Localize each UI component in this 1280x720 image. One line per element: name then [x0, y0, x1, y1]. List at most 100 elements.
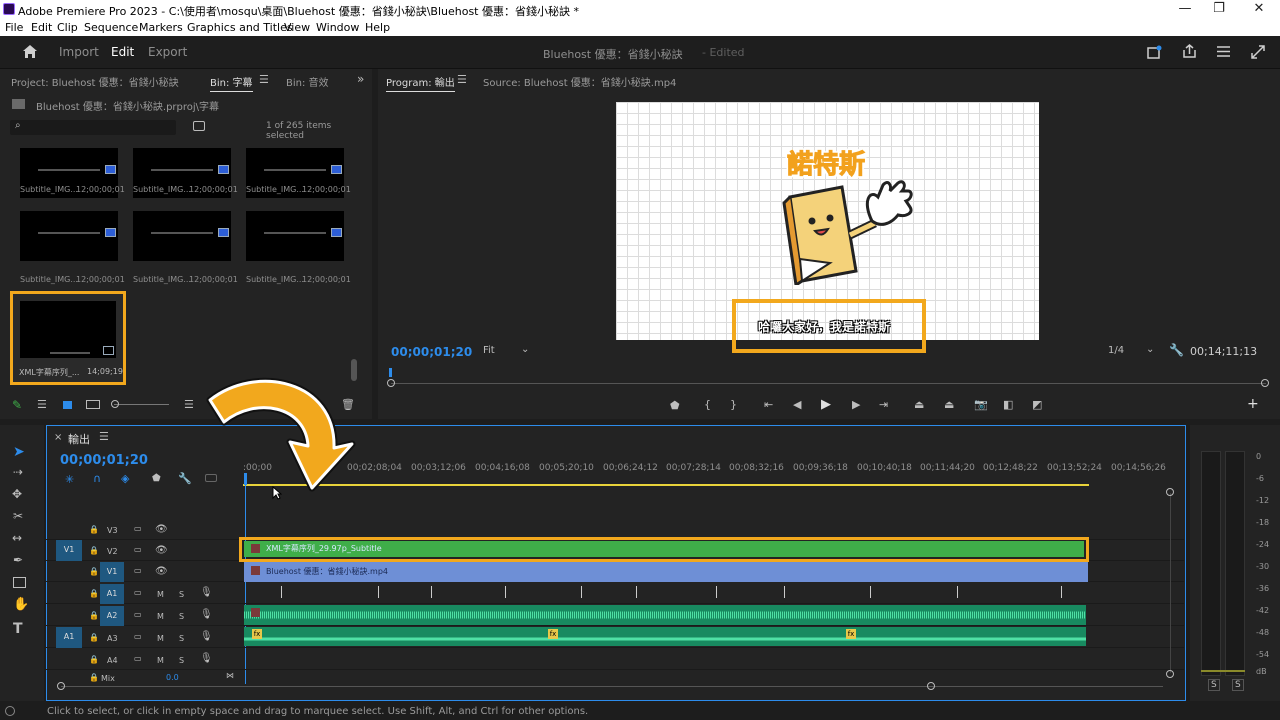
tab-bin-sound[interactable]: Bin: 音效	[286, 74, 329, 89]
close-button[interactable]: ✕	[1244, 1, 1274, 16]
mark-out-icon[interactable]: }	[730, 398, 737, 411]
sound-effect-marker[interactable]	[716, 586, 717, 598]
sequence-menu-icon[interactable]: ☰	[99, 430, 109, 443]
mute-a4-button[interactable]: M	[157, 656, 164, 665]
export-frame-icon[interactable]: 📷	[974, 398, 988, 411]
tab-export[interactable]: Export	[148, 45, 187, 59]
slip-tool-icon[interactable]: ↔	[12, 531, 22, 545]
menu-window[interactable]: Window	[316, 21, 359, 34]
nest-toggle-icon[interactable]: ✳	[65, 473, 74, 486]
lock-v3-icon[interactable]: 🔒	[89, 525, 99, 534]
menu-graphics-and-titles[interactable]: Graphics and Titles	[187, 21, 293, 34]
step-back-icon[interactable]: ◀	[793, 398, 801, 411]
timeline-vertical-scroll[interactable]	[1170, 493, 1171, 673]
mic-a4-icon[interactable]: 🎙	[200, 653, 213, 664]
mute-a1-button[interactable]: M	[157, 590, 164, 599]
settings-wrench-icon[interactable]: 🔧	[1169, 343, 1184, 357]
sound-effect-marker[interactable]	[378, 586, 379, 598]
sound-effect-marker[interactable]	[870, 586, 871, 598]
search-input[interactable]	[10, 120, 176, 135]
fullscreen-icon[interactable]	[1251, 45, 1265, 59]
timeline-marker-icon[interactable]: ⬟	[152, 473, 161, 484]
lock-a2-icon[interactable]: 🔒	[89, 611, 99, 620]
track-target-v1[interactable]: V1	[100, 562, 124, 582]
lock-v1-icon[interactable]: 🔒	[89, 567, 99, 576]
mic-a3-icon[interactable]: 🎙	[200, 631, 213, 642]
sequence-tab[interactable]: 輸出	[68, 431, 90, 447]
hand-tool-icon[interactable]: ✋	[13, 597, 29, 612]
tab-edit[interactable]: Edit	[111, 45, 134, 59]
sync-v3-icon[interactable]: ▭	[134, 524, 142, 533]
rectangle-tool-icon[interactable]	[13, 577, 26, 588]
mark-in-icon[interactable]: {	[704, 398, 711, 411]
lock-v2-icon[interactable]: 🔒	[89, 546, 99, 555]
mix-value[interactable]: 0.0	[166, 673, 179, 682]
lock-a1-icon[interactable]: 🔒	[89, 589, 99, 598]
menu-clip[interactable]: Clip	[57, 21, 78, 34]
comparison-view-icon[interactable]: ◧	[1003, 398, 1013, 411]
thumbnail-6[interactable]	[246, 211, 344, 261]
sync-v1-icon[interactable]: ▭	[134, 566, 142, 575]
pencil-icon[interactable]: ✎	[12, 398, 22, 412]
more-panels-icon[interactable]: »	[357, 72, 364, 86]
fit-chevron-icon[interactable]: ⌄	[521, 344, 529, 355]
sync-a1-icon[interactable]: ▭	[134, 588, 142, 597]
mic-a2-icon[interactable]: 🎙	[200, 609, 213, 620]
menu-edit[interactable]: Edit	[31, 21, 52, 34]
zoom-bar-right-handle[interactable]	[1261, 379, 1269, 387]
selected-thumbnail-highlight[interactable]: XML字幕序列_... 14;09;19	[10, 291, 126, 385]
menu-view[interactable]: View	[284, 21, 310, 34]
zoom-slider-handle[interactable]	[111, 400, 119, 408]
resolution-dropdown[interactable]: 1/4	[1108, 345, 1124, 356]
sync-a3-icon[interactable]: ▭	[134, 632, 142, 641]
fit-dropdown[interactable]: Fit	[483, 345, 495, 356]
sound-effect-marker[interactable]	[1061, 586, 1062, 598]
source-patch-a1[interactable]: A1	[56, 627, 82, 648]
menu-file[interactable]: File	[5, 21, 23, 34]
sound-effect-marker[interactable]	[281, 586, 282, 598]
proxy-toggle-icon[interactable]: ◩	[1032, 398, 1042, 411]
program-menu-icon[interactable]: ☰	[457, 73, 467, 86]
horizontal-scroll-right-handle[interactable]	[927, 682, 935, 690]
source-patch-v1[interactable]: V1	[56, 540, 82, 561]
timeline-settings-wrench-icon[interactable]: 🔧	[178, 472, 192, 485]
video-clip[interactable]: Bluehost 優惠：省錢小秘訣.mp4	[244, 562, 1088, 582]
audio-effect-1-icon[interactable]: fx	[252, 629, 262, 639]
restore-button[interactable]: ❐	[1204, 1, 1234, 16]
thumbnail-4[interactable]	[20, 211, 118, 261]
sound-effect-marker[interactable]	[505, 586, 506, 598]
pen-tool-icon[interactable]: ✒	[13, 553, 23, 567]
mix-toggle-icon[interactable]: ⋈	[226, 671, 234, 680]
mute-a2-button[interactable]: M	[157, 612, 164, 621]
mute-a3-button[interactable]: M	[157, 634, 164, 643]
workspaces-icon[interactable]	[1216, 45, 1231, 58]
lock-a3-icon[interactable]: 🔒	[89, 633, 99, 642]
timeline-timecode[interactable]: 00;00;01;20	[60, 453, 148, 468]
program-timecode[interactable]: 00;00;01;20	[391, 345, 472, 359]
solo-a1-button[interactable]: S	[179, 590, 184, 599]
program-playhead[interactable]	[389, 368, 392, 377]
menu-markers[interactable]: Markers	[139, 21, 183, 34]
go-to-out-icon[interactable]: ⇥	[879, 398, 888, 411]
menu-sequence[interactable]: Sequence	[84, 21, 138, 34]
freeform-view-icon[interactable]	[86, 400, 100, 409]
close-sequence-icon[interactable]: ×	[54, 432, 62, 443]
type-tool-icon[interactable]: T	[13, 621, 23, 637]
sound-effect-marker[interactable]	[581, 586, 582, 598]
eye-v1-icon[interactable]: 👁	[155, 566, 168, 577]
play-icon[interactable]: ▶	[821, 397, 831, 412]
razor-tool-icon[interactable]: ✂	[13, 509, 23, 523]
new-search-bin-icon[interactable]	[193, 121, 205, 131]
audio-effect-3-icon[interactable]: fx	[846, 629, 856, 639]
audio-effect-2-icon[interactable]: fx	[548, 629, 558, 639]
tab-project[interactable]: Project: Bluehost 優惠：省錢小秘訣	[11, 74, 179, 89]
solo-left-button[interactable]: S	[1208, 679, 1220, 691]
lock-a4-icon[interactable]: 🔒	[89, 655, 99, 664]
list-view-icon[interactable]: ☰	[37, 398, 47, 411]
vertical-scroll-bottom-handle[interactable]	[1166, 670, 1174, 678]
horizontal-scroll-left-handle[interactable]	[57, 682, 65, 690]
icon-view-icon[interactable]	[63, 401, 72, 409]
solo-right-button[interactable]: S	[1232, 679, 1244, 691]
linked-selection-icon[interactable]: ◈	[121, 472, 129, 485]
sound-effect-marker[interactable]	[784, 586, 785, 598]
